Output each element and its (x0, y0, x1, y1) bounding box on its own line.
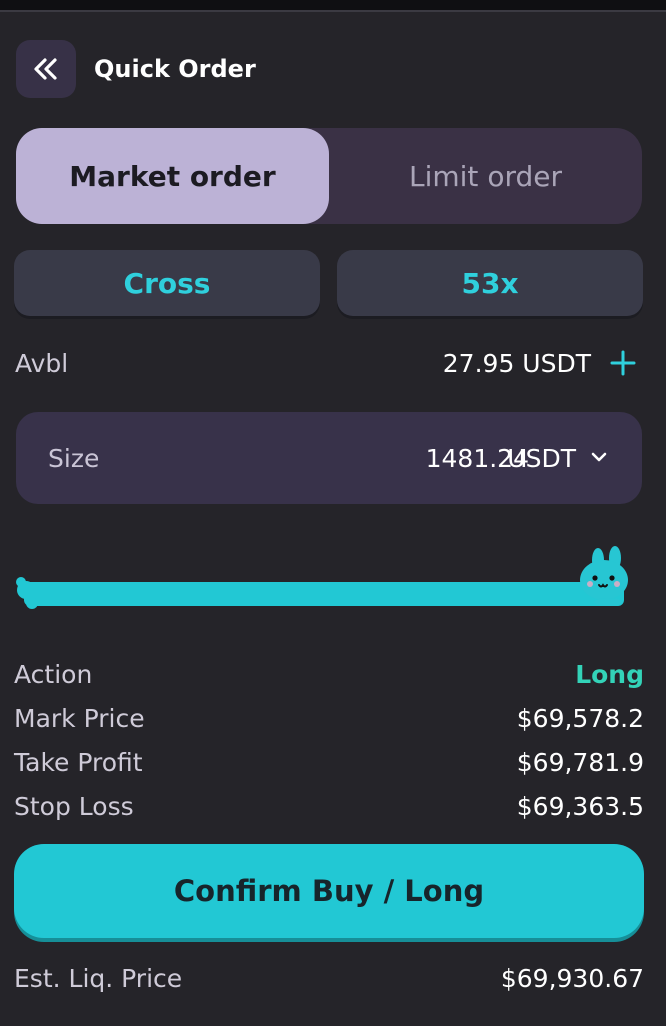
size-label: Size (48, 444, 100, 473)
take-profit-value: $69,781.9 (516, 748, 644, 777)
take-profit-label: Take Profit (14, 748, 143, 777)
est-liq-price-value: $69,930.67 (500, 964, 644, 993)
stop-loss-label: Stop Loss (14, 792, 134, 821)
order-type-tabs: Market order Limit order (16, 128, 642, 224)
slider-track (24, 582, 624, 606)
action-label: Action (14, 660, 93, 689)
page-title: Quick Order (94, 55, 256, 83)
est-liq-price-label: Est. Liq. Price (14, 964, 183, 993)
margin-mode-button[interactable]: Cross (14, 250, 320, 316)
tab-limit-order[interactable]: Limit order (329, 128, 642, 224)
action-value: Long (575, 660, 644, 689)
double-chevron-left-icon (34, 58, 57, 80)
size-unit-select[interactable]: USDT (507, 444, 576, 473)
chevron-down-icon[interactable] (590, 450, 608, 464)
size-slider[interactable] (14, 540, 644, 616)
back-button[interactable] (16, 40, 76, 98)
header: Quick Order (16, 40, 256, 98)
plus-icon[interactable] (610, 350, 636, 376)
top-border (0, 0, 666, 12)
stop-loss-value: $69,363.5 (516, 792, 644, 821)
mark-price-label: Mark Price (14, 704, 145, 733)
mark-price-value: $69,578.2 (516, 704, 644, 733)
leverage-button[interactable]: 53x (337, 250, 643, 316)
available-label: Avbl (15, 349, 69, 378)
confirm-buy-long-button[interactable]: Confirm Buy / Long (14, 844, 644, 938)
tab-market-order[interactable]: Market order (16, 128, 329, 224)
size-input[interactable]: Size 1481.24 USDT (16, 412, 642, 504)
available-value: 27.95 USDT (442, 349, 591, 378)
